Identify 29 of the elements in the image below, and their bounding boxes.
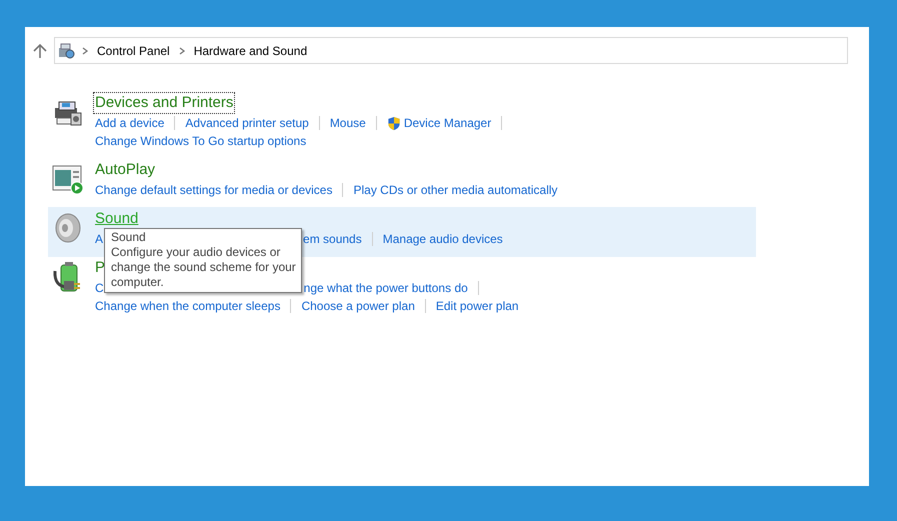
breadcrumb-item[interactable]: Control Panel	[97, 44, 170, 58]
task-link[interactable]: Change when the computer sleeps	[95, 299, 280, 313]
category-title-link[interactable]: Devices and Printers	[93, 92, 236, 114]
task-link[interactable]: Mouse	[330, 116, 366, 130]
category-title-link[interactable]: AutoPlay	[93, 159, 158, 181]
task-link[interactable]: A	[95, 232, 104, 246]
task-link[interactable]: em sounds	[303, 232, 362, 246]
task-link[interactable]: Edit power plan	[436, 299, 519, 313]
chevron-icon	[82, 46, 88, 54]
task-link[interactable]: Manage audio devices	[382, 232, 503, 246]
task-link[interactable]: Change Windows To Go startup options	[95, 134, 306, 148]
tooltip-title: Sound	[111, 230, 147, 245]
task-link[interactable]: C	[95, 281, 104, 295]
autoplay-window-icon	[52, 163, 84, 195]
up-arrow-icon[interactable]	[33, 44, 47, 58]
address-bar[interactable]: Control Panel Hardware and Sound	[54, 37, 848, 64]
task-link[interactable]: nge what the power buttons do	[304, 281, 468, 295]
category-title-link[interactable]: Sound	[93, 208, 140, 230]
task-link[interactable]: Change default settings for media or devices	[95, 183, 332, 197]
task-link[interactable]: Choose a power plan	[301, 299, 415, 313]
category-title-link[interactable]: P	[93, 257, 108, 279]
task-link[interactable]: Advanced printer setup	[185, 116, 309, 130]
breadcrumb-item[interactable]: Hardware and Sound	[194, 44, 308, 58]
task-link[interactable]: Device Manager	[404, 116, 492, 130]
task-link[interactable]: Add a device	[95, 116, 164, 130]
control-panel-icon	[58, 42, 76, 58]
task-link[interactable]: Play CDs or other media automatically	[353, 183, 558, 197]
tooltip-text: Configure your audio devices or change the sound scheme for your computer.	[111, 245, 296, 290]
chevron-icon	[178, 46, 185, 54]
